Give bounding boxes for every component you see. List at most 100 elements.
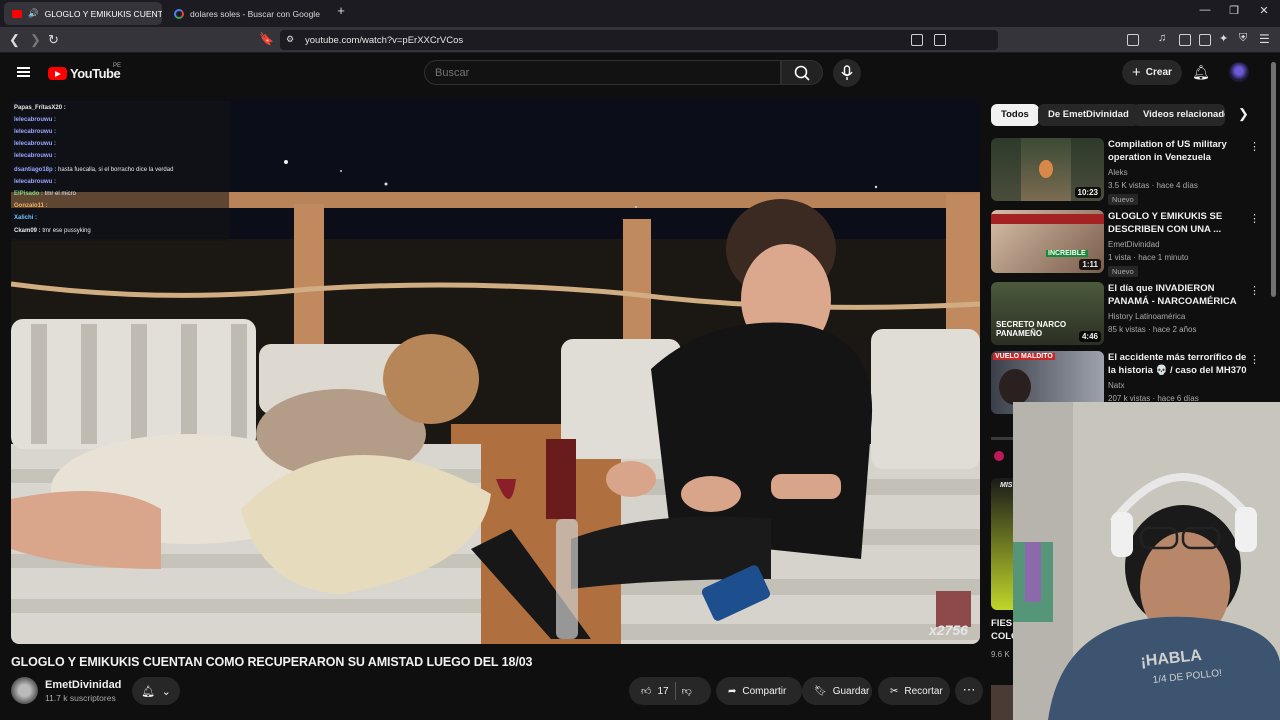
chip-all[interactable]: Todos	[991, 104, 1039, 126]
like-dislike-group: 👍︎ 17 👎︎	[629, 677, 711, 705]
tab-youtube[interactable]: 🔊 GLOGLO Y EMIKUKIS CUENTA ✕	[4, 2, 162, 25]
related-title: El día que INVADIERON PANAMÁ - NARCOAMÉR…	[1108, 283, 1237, 307]
chat-message: ElPisado : tmr el micro	[14, 191, 77, 197]
maximize-icon[interactable]: ❐	[1224, 4, 1244, 17]
window-close-icon[interactable]: ✕	[1254, 4, 1274, 17]
more-vert-icon[interactable]: ⋮	[1249, 140, 1260, 153]
site-info-icon[interactable]: ⚙	[286, 34, 294, 45]
video-thumbnail[interactable]: MIS	[991, 478, 1013, 610]
browser-tab-bar: 🔊 GLOGLO Y EMIKUKIS CUENTA ✕ dolares sol…	[0, 0, 1280, 27]
more-vert-icon[interactable]: ⋮	[1249, 353, 1260, 366]
related-channel: EmetDivinidad	[1108, 240, 1160, 249]
plus-icon: +	[1132, 64, 1141, 81]
notifications-icon[interactable]: 🔔︎	[1192, 64, 1210, 81]
divider	[674, 682, 676, 700]
youtube-logo[interactable]: YouTube	[48, 66, 121, 81]
chevron-right-icon[interactable]: ❯	[1238, 106, 1249, 122]
search-button[interactable]	[781, 60, 823, 85]
subscriber-count: 11.7 k suscriptores	[45, 693, 116, 703]
bell-icon: 🔔︎	[141, 685, 156, 698]
video-thumbnail[interactable]: SECRETO NARCO PANAMEÑO 4:46	[991, 282, 1104, 345]
duration: 10:23	[1074, 187, 1101, 198]
related-channel: Aleks	[1108, 168, 1128, 177]
related-video[interactable]: INCREIBLE 1:11 GLOGLO Y EMIKUKIS SE DESC…	[991, 210, 1261, 277]
chip-from-channel[interactable]: De EmetDivinidad	[1038, 104, 1139, 126]
youtube-header: YouTube PE + Crear 🔔︎	[0, 54, 1280, 98]
divider	[991, 437, 1013, 440]
account-avatar[interactable]	[1229, 62, 1249, 82]
video-thumbnail[interactable]: 10:23	[991, 138, 1104, 201]
menu-icon[interactable]: ☰	[1259, 32, 1270, 46]
vpn-icon[interactable]: ⛨	[1239, 32, 1247, 45]
like-button[interactable]: 👍︎ 17	[641, 685, 669, 698]
notification-bell-button[interactable]: 🔔︎ ⌄	[132, 677, 180, 705]
related-title: GLOGLO Y EMIKUKIS SE DESCRIBEN CON UNA .…	[1108, 211, 1223, 235]
more-actions-button[interactable]: ⋯	[955, 677, 983, 705]
search-input[interactable]	[424, 60, 781, 85]
more-vert-icon[interactable]: ⋮	[1249, 284, 1260, 297]
chat-message: Gonzalo11 :	[14, 203, 48, 209]
chat-overlay: Papas_FritasX20 : lelecabrouwu : lelecab…	[11, 101, 229, 241]
chat-message: lelecabrouwu :	[14, 129, 57, 135]
music-icon[interactable]: ♫	[1158, 32, 1166, 44]
shorts-icon[interactable]	[994, 451, 1004, 461]
chip-related[interactable]: Videos relacionado	[1133, 104, 1225, 126]
more-vert-icon[interactable]: ⋮	[1249, 212, 1260, 225]
page-scrollbar[interactable]	[1271, 62, 1276, 297]
chevron-down-icon: ⌄	[161, 685, 171, 698]
youtube-favicon-icon	[12, 9, 22, 18]
video-thumbnail[interactable]: INCREIBLE 1:11	[991, 210, 1104, 273]
country-code: PE	[113, 63, 122, 69]
chat-message: lelecabrouwu :	[14, 141, 57, 147]
url-text: youtube.com/watch?v=pErXXCrVCos	[305, 35, 464, 46]
tab-label: GLOGLO Y EMIKUKIS CUENTA	[44, 8, 162, 19]
new-badge: Nuevo	[1108, 266, 1138, 277]
related-meta: 1 vista · hace 1 minuto	[1108, 253, 1189, 262]
new-badge: Nuevo	[1108, 194, 1138, 205]
chat-message: Ckam09 : tmr ese pussyking	[14, 228, 91, 234]
back-icon[interactable]: ❮	[9, 32, 20, 48]
bookmark-icon[interactable]: 🔖	[259, 32, 274, 46]
speaker-icon[interactable]: 🔊	[28, 8, 39, 19]
cast-icon[interactable]	[911, 34, 923, 46]
create-button[interactable]: + Crear	[1122, 60, 1182, 85]
tab-label: dolares soles - Buscar con Google	[190, 8, 320, 19]
new-tab-button[interactable]: +	[331, 3, 351, 18]
related-video[interactable]: SECRETO NARCO PANAMEÑO 4:46 El día que I…	[991, 282, 1261, 346]
hamburger-icon[interactable]	[17, 67, 30, 77]
related-meta: 3.5 K vistas · hace 4 días	[1108, 181, 1198, 190]
thumbnail-text: SECRETO NARCO PANAMEÑO	[996, 320, 1067, 338]
reader-icon[interactable]	[1179, 34, 1191, 46]
wallet-icon[interactable]	[1199, 34, 1211, 46]
webcam-frame: ¡HABLA 1/4 DE POLLO!	[1013, 402, 1280, 720]
ai-icon[interactable]: ✦	[1219, 32, 1228, 45]
overlay-counter: x2756	[929, 622, 968, 638]
webcam-overlay: ¡HABLA 1/4 DE POLLO!	[1013, 402, 1280, 720]
duration: 1:11	[1079, 259, 1101, 270]
dislike-button[interactable]: 👎︎	[682, 685, 692, 697]
scissors-icon: ✂	[890, 685, 899, 697]
tab-google[interactable]: dolares soles - Buscar con Google	[166, 2, 326, 25]
channel-avatar[interactable]	[11, 677, 38, 704]
thumbnail-text: MIS	[1000, 482, 1013, 489]
forward-icon[interactable]: ❯	[30, 32, 41, 48]
voice-search-button[interactable]	[833, 59, 861, 87]
clip-button[interactable]: ✂ Recortar	[878, 677, 950, 705]
share-page-icon[interactable]	[934, 34, 946, 46]
chat-message: lelecabrouwu :	[14, 179, 57, 185]
minimize-icon[interactable]: —	[1195, 4, 1215, 16]
channel-name[interactable]: EmetDivinidad	[45, 679, 121, 691]
thumbs-up-icon: 👍︎	[641, 686, 652, 697]
share-button[interactable]: ➦ Compartir	[716, 677, 802, 705]
reload-icon[interactable]: ↻	[48, 32, 59, 48]
video-thumbnail[interactable]	[991, 685, 1013, 720]
related-channel: History Latinoamérica	[1108, 312, 1186, 321]
sidebar-icon[interactable]	[1127, 34, 1139, 46]
video-title: GLOGLO Y EMIKUKIS CUENTAN COMO RECUPERAR…	[11, 655, 533, 669]
related-meta: 9.6 K	[991, 650, 1010, 659]
related-title: El accidente más terrorífico de la histo…	[1108, 352, 1247, 376]
related-video[interactable]: 10:23 Compilation of US military operati…	[991, 138, 1261, 205]
thumbnail-text: VUELO MALDITO	[993, 353, 1055, 360]
save-button[interactable]: 🔖︎ Guardar	[802, 677, 872, 705]
related-title: Compilation of US military operation in …	[1108, 139, 1227, 163]
